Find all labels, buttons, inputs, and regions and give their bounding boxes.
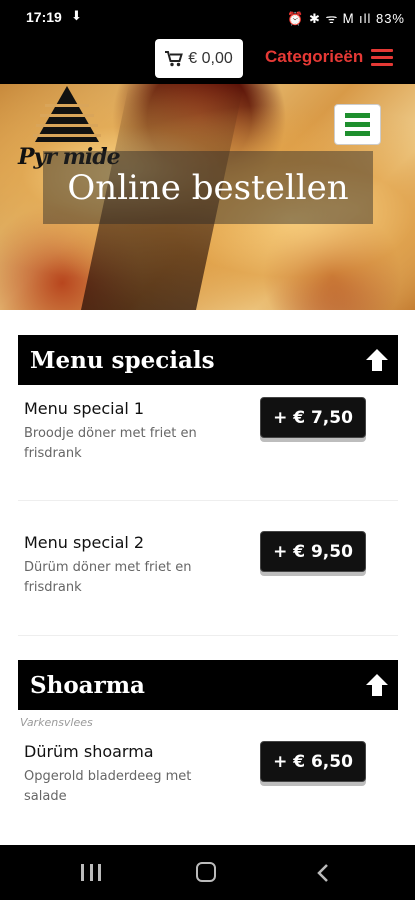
menu-content: Menu specials Menu special 1 Broodje dön… bbox=[0, 310, 415, 845]
categories-label: Categorieën bbox=[265, 47, 364, 66]
hero-banner: Pyr mide Online bestellen bbox=[0, 84, 415, 310]
menu-bar bbox=[345, 113, 370, 118]
item-description: Opgerold bladerdeeg met salade bbox=[24, 769, 192, 804]
status-time: 17:19 bbox=[26, 9, 62, 25]
menu-toggle-button[interactable] bbox=[334, 104, 381, 145]
menu-bar bbox=[345, 122, 370, 127]
cart-icon bbox=[165, 50, 184, 66]
categories-button[interactable]: Categorieën bbox=[265, 47, 394, 67]
add-to-cart-button[interactable]: + € 9,50 bbox=[260, 531, 366, 572]
section-header-menu-specials[interactable]: Menu specials bbox=[18, 335, 398, 385]
section-title: Shoarma bbox=[30, 671, 145, 699]
top-navigation-bar: € 0,00 Categorieën bbox=[0, 32, 415, 84]
add-to-cart-button[interactable]: + € 7,50 bbox=[260, 397, 366, 438]
arrow-up-icon bbox=[366, 349, 388, 371]
home-icon[interactable] bbox=[196, 862, 216, 882]
divider bbox=[18, 635, 398, 636]
hero-title: Online bestellen bbox=[43, 151, 373, 224]
divider bbox=[18, 500, 398, 501]
recent-apps-icon[interactable] bbox=[81, 864, 101, 881]
download-arrow-icon: ⬇ bbox=[71, 8, 82, 23]
add-to-cart-button[interactable]: + € 6,50 bbox=[260, 741, 366, 782]
cart-total: € 0,00 bbox=[188, 49, 233, 67]
arrow-up-icon bbox=[366, 674, 388, 696]
item-description: Dürüm döner met friet en frisdrank bbox=[24, 560, 192, 595]
back-icon[interactable] bbox=[315, 863, 331, 883]
section-header-shoarma[interactable]: Shoarma bbox=[18, 660, 398, 710]
section-title: Menu specials bbox=[30, 346, 215, 374]
menu-bar bbox=[345, 131, 370, 136]
status-icons: ⏰ ✱ ᯤ Ꮇ ıll 83% bbox=[287, 11, 405, 26]
subcategory-label: Varkensvlees bbox=[20, 716, 93, 729]
item-description: Broodje döner met friet en frisdrank bbox=[24, 426, 197, 461]
hamburger-icon bbox=[371, 48, 394, 66]
status-bar: 17:19 ⬇ ⏰ ✱ ᯤ Ꮇ ıll 83% bbox=[0, 0, 415, 32]
cart-button[interactable]: € 0,00 bbox=[155, 39, 243, 78]
system-navigation-bar bbox=[0, 845, 415, 900]
